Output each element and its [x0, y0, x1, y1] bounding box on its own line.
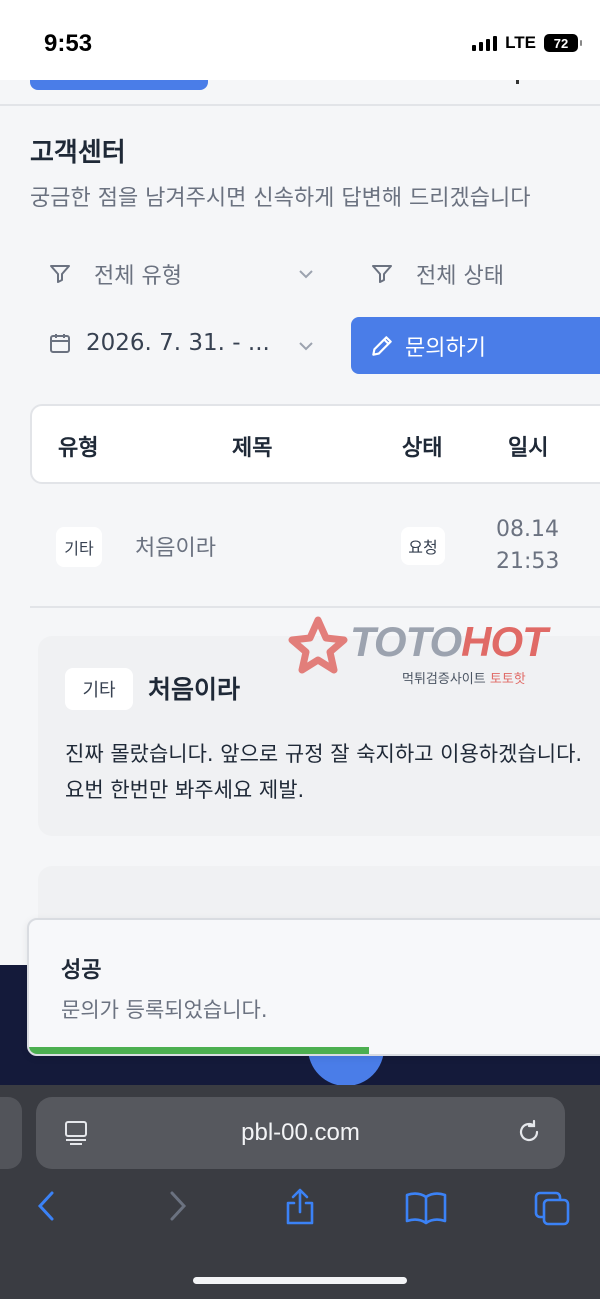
tabs-icon[interactable]	[532, 1189, 572, 1227]
date-range-filter[interactable]: 2026. 7. 31. - ...	[48, 330, 270, 356]
watermark-brand: TOTOHOT	[350, 618, 548, 666]
row-title: 처음이라	[135, 536, 216, 561]
type-badge: 기타	[56, 527, 102, 567]
network-label: LTE	[505, 33, 536, 52]
status-bar: 9:53 LTE 72	[0, 0, 600, 80]
toast-title: 성공	[61, 958, 102, 983]
row-datetime: 08.14 21:53	[496, 514, 559, 578]
watermark: TOTOHOT 먹튀검증사이트 토토핫	[286, 614, 598, 694]
watermark-caption-red: 토토핫	[489, 672, 526, 687]
inquiry-button[interactable]: 문의하기	[351, 317, 600, 374]
detail-title: 처음이라	[148, 675, 241, 704]
column-header-date: 일시	[508, 436, 549, 461]
filter-icon	[50, 265, 70, 283]
home-indicator[interactable]	[193, 1277, 407, 1284]
detail-body: 진짜 몰랐습니다. 앞으로 규정 잘 숙지하고 이용하겠습니다. 요번 한번만 …	[65, 742, 583, 802]
battery-icon: 72	[544, 34, 582, 52]
status-filter[interactable]: 전체 상태	[370, 258, 504, 290]
battery-level: 72	[553, 35, 569, 51]
inquiry-button-label: 문의하기	[405, 335, 486, 361]
status-indicators: LTE 72	[472, 33, 582, 53]
reload-icon[interactable]	[514, 1117, 544, 1147]
watermark-brand-red: HOT	[461, 618, 548, 665]
row-time: 21:53	[496, 549, 560, 574]
browser-toolbar: pbl-00.com	[0, 1085, 600, 1299]
divider	[30, 606, 600, 608]
toast-progress-bar	[29, 1047, 369, 1054]
watermark-logo-icon	[288, 616, 348, 674]
previous-tab[interactable]	[0, 1097, 22, 1169]
signal-icon	[472, 35, 498, 51]
filter-icon	[372, 265, 392, 283]
type-filter-label: 전체 유형	[94, 264, 182, 289]
watermark-brand-gray: TOTO	[350, 618, 462, 665]
url-text: pbl-00.com	[241, 1119, 360, 1146]
status-badge: 요청	[401, 527, 445, 565]
share-icon[interactable]	[282, 1187, 318, 1227]
row-date: 08.14	[496, 517, 559, 542]
column-header-status: 상태	[402, 436, 443, 461]
calendar-icon	[50, 334, 70, 353]
type-filter[interactable]: 전체 유형	[48, 258, 182, 290]
status-filter-label: 전체 상태	[416, 264, 504, 289]
table-row[interactable]: 기타 처음이라 요청 08.14 21:53	[30, 500, 600, 606]
top-button-edge[interactable]	[30, 80, 208, 90]
date-range-label: 2026. 7. 31. - ...	[86, 330, 270, 356]
toast-message: 문의가 등록되었습니다.	[61, 998, 268, 1022]
watermark-caption: 먹튀검증사이트 토토핫	[402, 668, 526, 687]
status-time: 9:53	[44, 30, 93, 57]
chevron-down-icon[interactable]	[296, 264, 316, 284]
watermark-caption-gray: 먹튀검증사이트	[402, 672, 486, 687]
column-header-title: 제목	[232, 436, 273, 461]
forward-icon[interactable]	[164, 1189, 190, 1223]
pencil-icon	[372, 335, 392, 356]
chevron-down-icon[interactable]	[296, 336, 316, 356]
divider	[0, 104, 600, 106]
column-header-type: 유형	[58, 436, 99, 461]
bookmarks-icon[interactable]	[404, 1189, 448, 1225]
back-icon[interactable]	[34, 1189, 60, 1223]
page-subtitle: 궁금한 점을 남겨주시면 신속하게 답변해 드리겠습니다	[30, 186, 531, 211]
table-header: 유형 제목 상태 일시	[30, 404, 600, 484]
page-title: 고객센터	[30, 138, 126, 168]
top-mark	[516, 80, 519, 84]
success-toast[interactable]: 성공 문의가 등록되었습니다.	[27, 918, 600, 1056]
type-badge: 기타	[65, 668, 133, 710]
address-bar[interactable]: pbl-00.com	[36, 1097, 565, 1169]
